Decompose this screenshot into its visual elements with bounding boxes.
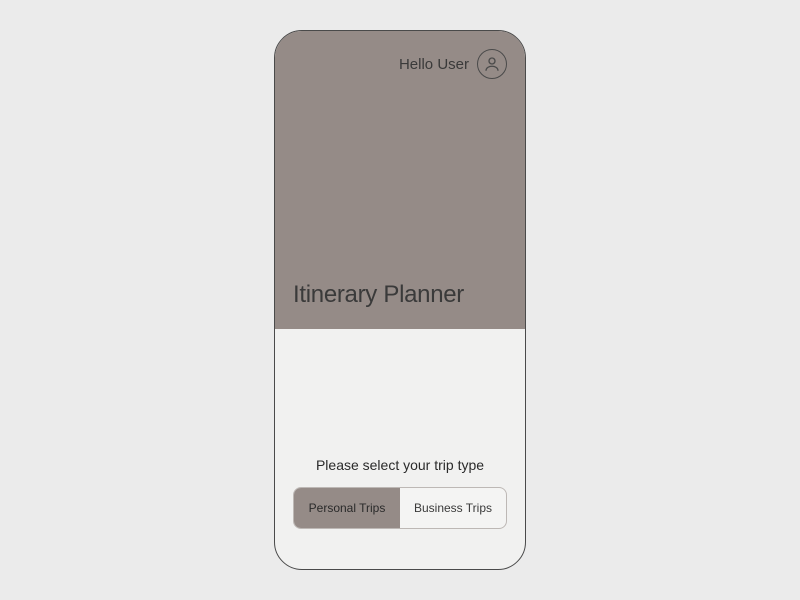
greeting-row: Hello User (293, 49, 507, 79)
personal-trips-button[interactable]: Personal Trips (294, 488, 400, 528)
greeting-text: Hello User (399, 56, 469, 73)
trip-selection-panel: Please select your trip type Personal Tr… (275, 329, 525, 569)
trip-type-toggle: Personal Trips Business Trips (293, 487, 507, 529)
phone-frame: Hello User Itinerary Planner Please sele… (274, 30, 526, 570)
avatar-icon[interactable] (477, 49, 507, 79)
page-title: Itinerary Planner (293, 281, 507, 309)
trip-type-prompt: Please select your trip type (293, 457, 507, 473)
business-trips-button[interactable]: Business Trips (400, 488, 506, 528)
header-panel: Hello User Itinerary Planner (275, 31, 525, 329)
